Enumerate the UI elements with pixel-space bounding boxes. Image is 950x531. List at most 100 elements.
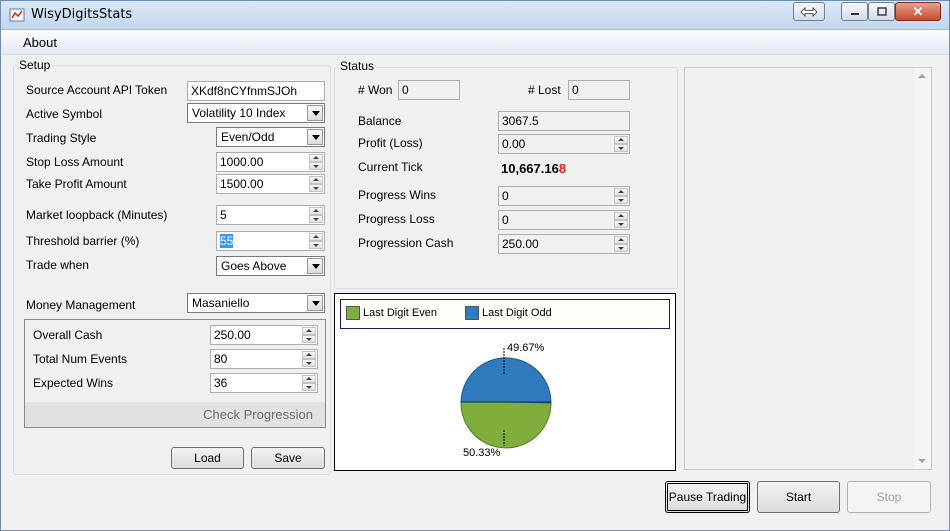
- menu-about[interactable]: About: [23, 35, 57, 50]
- money-mgmt-value: Masaniello: [192, 296, 250, 310]
- current-tick-label: Current Tick: [358, 160, 423, 174]
- scroll-up-icon[interactable]: [918, 74, 926, 78]
- scroll-down-icon[interactable]: [918, 459, 926, 463]
- save-button[interactable]: Save: [251, 447, 325, 469]
- balance-label: Balance: [358, 114, 402, 128]
- won-value: 0: [398, 80, 460, 100]
- total-events-value: 80: [214, 352, 228, 366]
- spin-down-icon[interactable]: [302, 359, 316, 367]
- spin-up-icon[interactable]: [309, 176, 323, 184]
- progression-cash-stepper[interactable]: 250.00: [498, 234, 630, 254]
- stop-loss-stepper[interactable]: 1000.00: [216, 152, 325, 172]
- progress-loss-label: Progress Loss: [358, 212, 435, 226]
- spin-up-icon[interactable]: [309, 154, 323, 162]
- check-progression-bar: Check Progression: [25, 402, 325, 427]
- restore-size-button[interactable]: [793, 2, 825, 21]
- loopback-stepper[interactable]: 5: [216, 205, 325, 225]
- spin-down-icon[interactable]: [302, 383, 316, 391]
- chevron-down-icon[interactable]: [307, 129, 323, 145]
- money-mgmt-panel: Overall Cash 250.00 Total Num Events 80 …: [24, 319, 326, 428]
- pie-label-even: 50.33%: [463, 447, 501, 459]
- progress-wins-stepper[interactable]: 0: [498, 186, 630, 206]
- overall-cash-stepper[interactable]: 250.00: [210, 325, 318, 345]
- legend-label-odd: Last Digit Odd: [482, 307, 552, 319]
- title-bar: WisyDigitsStats ✕: [1, 1, 949, 30]
- profit-label: Profit (Loss): [358, 136, 423, 150]
- chevron-down-icon[interactable]: [307, 295, 323, 311]
- log-scrollbar[interactable]: [914, 68, 931, 469]
- spin-down-icon[interactable]: [309, 215, 323, 223]
- total-events-stepper[interactable]: 80: [210, 349, 318, 369]
- digit-pie-chart: Last Digit Even Last Digit Odd 50.33% 49.…: [334, 293, 676, 471]
- money-mgmt-label: Money Management: [26, 298, 136, 312]
- active-symbol-value: Volatility 10 Index: [192, 106, 286, 120]
- profit-value: 0.00: [502, 137, 526, 151]
- spin-up-icon[interactable]: [614, 212, 628, 220]
- spin-up-icon[interactable]: [614, 236, 628, 244]
- close-button[interactable]: ✕: [895, 2, 941, 21]
- legend-label-even: Last Digit Even: [363, 307, 437, 319]
- profit-stepper[interactable]: 0.00: [498, 134, 630, 154]
- pie-svg: 50.33% 49.67%: [460, 342, 552, 459]
- spin-down-icon[interactable]: [614, 244, 628, 252]
- spin-up-icon[interactable]: [302, 375, 316, 383]
- expected-wins-label: Expected Wins: [33, 376, 114, 390]
- threshold-value: 55: [220, 234, 234, 248]
- chevron-down-icon[interactable]: [307, 105, 323, 121]
- spin-down-icon[interactable]: [614, 196, 628, 204]
- lost-label: # Lost: [528, 83, 561, 97]
- status-group-title: Status: [338, 59, 377, 73]
- chevron-down-icon[interactable]: [307, 258, 323, 274]
- trading-style-label: Trading Style: [26, 131, 97, 145]
- spin-up-icon[interactable]: [302, 351, 316, 359]
- spin-up-icon[interactable]: [302, 327, 316, 335]
- total-events-label: Total Num Events: [33, 352, 128, 366]
- source-token-input[interactable]: XKdf8nCYfnmSJOh: [187, 81, 325, 101]
- spin-up-icon[interactable]: [309, 233, 323, 241]
- spin-up-icon[interactable]: [614, 188, 628, 196]
- progress-loss-stepper[interactable]: 0: [498, 210, 630, 230]
- trading-style-value: Even/Odd: [221, 130, 275, 144]
- threshold-stepper[interactable]: 55: [216, 231, 325, 251]
- trading-style-select[interactable]: Even/Odd: [216, 127, 325, 147]
- pie-slice-odd: [460, 357, 552, 404]
- start-button[interactable]: Start: [757, 481, 840, 513]
- trade-when-value: Goes Above: [221, 259, 287, 273]
- spin-down-icon[interactable]: [309, 162, 323, 170]
- close-icon: ✕: [912, 3, 924, 19]
- main-window: WisyDigitsStats ✕ About Setup Source Acc…: [0, 0, 950, 531]
- window-title: WisyDigitsStats: [31, 7, 133, 22]
- loopback-value: 5: [220, 208, 227, 222]
- spin-up-icon[interactable]: [309, 207, 323, 215]
- spin-up-icon[interactable]: [614, 136, 628, 144]
- legend-item-odd: Last Digit Odd: [465, 306, 552, 320]
- status-group: [334, 67, 678, 289]
- trade-when-select[interactable]: Goes Above: [216, 256, 325, 276]
- current-tick-value: 10,667.168: [501, 161, 566, 176]
- spin-down-icon[interactable]: [614, 144, 628, 152]
- spin-down-icon[interactable]: [302, 335, 316, 343]
- source-token-label: Source Account API Token: [26, 83, 168, 97]
- threshold-label: Threshold barrier (%): [26, 234, 140, 248]
- legend-swatch-even: [346, 306, 360, 320]
- take-profit-stepper[interactable]: 1500.00: [216, 174, 325, 194]
- log-panel: [684, 67, 932, 470]
- money-mgmt-select[interactable]: Masaniello: [187, 293, 325, 313]
- load-button[interactable]: Load: [171, 447, 244, 469]
- legend-item-even: Last Digit Even: [346, 306, 437, 320]
- progress-wins-value: 0: [502, 189, 509, 203]
- minimize-button[interactable]: [841, 2, 868, 21]
- spin-down-icon[interactable]: [309, 184, 323, 192]
- maximize-button[interactable]: [868, 2, 895, 21]
- stop-button[interactable]: Stop: [847, 481, 931, 513]
- active-symbol-label: Active Symbol: [26, 107, 103, 121]
- pause-trading-button[interactable]: Pause Trading: [665, 481, 750, 513]
- stop-loss-value: 1000.00: [220, 155, 264, 169]
- check-progression-link[interactable]: Check Progression: [203, 407, 313, 422]
- maximize-icon: [876, 7, 887, 16]
- menu-bar: About: [1, 30, 949, 55]
- active-symbol-select[interactable]: Volatility 10 Index: [187, 103, 325, 123]
- expected-wins-stepper[interactable]: 36: [210, 373, 318, 393]
- spin-down-icon[interactable]: [614, 220, 628, 228]
- spin-down-icon[interactable]: [309, 241, 323, 249]
